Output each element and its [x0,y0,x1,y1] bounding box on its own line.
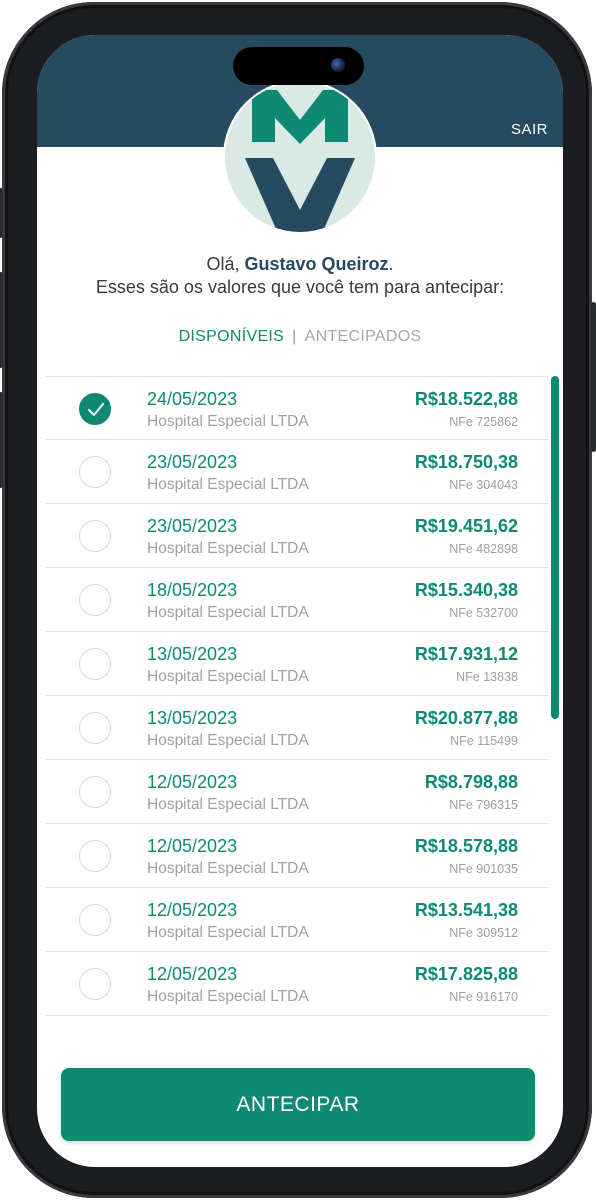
item-amount: R$18.750,38 [414,452,518,472]
logout-button[interactable]: SAIR [511,121,548,138]
item-nfe: NFe 532700 [449,606,518,620]
tabs: DISPONÍVEIS | ANTECIPADOS [37,328,563,346]
item-company: Hospital Especial LTDA [147,476,309,493]
unchecked-circle-icon[interactable] [79,968,111,1000]
unchecked-circle-icon[interactable] [79,904,111,936]
tab-advanced[interactable]: ANTECIPADOS [305,328,422,345]
item-company: Hospital Especial LTDA [147,988,309,1005]
item-nfe: NFe 115499 [450,734,518,748]
user-name: Gustavo Queiroz [244,254,389,274]
unchecked-circle-icon[interactable] [79,712,111,744]
item-amount: R$20.877,88 [414,708,518,728]
greeting: Olá, Gustavo Queiroz. Esses são os valor… [37,253,563,299]
list-item[interactable]: 12/05/2023 Hospital Especial LTDA R$13.541… [45,888,548,952]
unchecked-circle-icon[interactable] [79,776,111,808]
unchecked-circle-icon[interactable] [79,648,111,680]
item-amount: R$15.340,38 [414,580,518,600]
item-company: Hospital Especial LTDA [147,413,309,430]
list-item[interactable]: 13/05/2023 Hospital Especial LTDA R$17.931… [45,632,548,696]
advance-button[interactable]: ANTECIPAR [61,1068,535,1141]
item-date: 12/05/2023 [147,772,238,792]
item-nfe: NFe 13838 [456,670,518,684]
item-date: 13/05/2023 [147,644,238,664]
unchecked-circle-icon[interactable] [79,840,111,872]
item-date: 23/05/2023 [147,516,238,536]
checked-circle-icon[interactable] [79,393,111,425]
mv-logo-icon [245,90,355,232]
app-screen: SAIR Olá, Gustavo Queiroz. Esses são os … [37,35,563,1167]
list-item[interactable]: 23/05/2023 Hospital Especial LTDA R$19.451… [45,504,548,568]
item-company: Hospital Especial LTDA [147,540,309,557]
item-amount: R$17.825,88 [414,964,518,984]
item-company: Hospital Especial LTDA [147,796,309,813]
side-button-volume-up [0,272,3,368]
list-item[interactable]: 12/05/2023 Hospital Especial LTDA R$8.798,… [45,760,548,824]
checkmark-icon [88,403,104,416]
tab-separator: | [292,328,297,345]
item-date: 18/05/2023 [147,580,238,600]
item-amount: R$18.578,88 [414,836,518,856]
item-date: 24/05/2023 [147,389,238,409]
camera-icon [331,58,345,72]
phone-frame: SAIR Olá, Gustavo Queiroz. Esses são os … [0,2,596,1198]
side-button-volume-down [0,392,3,488]
item-nfe: NFe 725862 [449,415,518,429]
item-nfe: NFe 309512 [449,926,518,940]
list-item[interactable]: 18/05/2023 Hospital Especial LTDA R$15.340… [45,568,548,632]
tab-available[interactable]: DISPONÍVEIS [179,328,285,345]
greeting-period: . [388,254,394,274]
item-company: Hospital Especial LTDA [147,668,309,685]
item-company: Hospital Especial LTDA [147,860,309,877]
item-amount: R$17.931,12 [414,644,518,664]
list-item[interactable]: 12/05/2023 Hospital Especial LTDA R$17.825… [45,952,548,1016]
item-date: 12/05/2023 [147,836,238,856]
item-amount: R$8.798,88 [424,772,518,792]
mv-logo [223,80,377,234]
item-nfe: NFe 796315 [449,798,518,812]
item-amount: R$13.541,38 [414,900,518,920]
side-button-power [591,302,596,452]
item-company: Hospital Especial LTDA [147,604,309,621]
greeting-subtitle: Esses são os valores que você tem para a… [95,277,505,297]
item-amount: R$18.522,88 [414,389,518,409]
scrollbar-thumb[interactable] [551,376,559,719]
unchecked-circle-icon[interactable] [79,584,111,616]
greeting-line: Olá, Gustavo Queiroz. [37,253,563,276]
side-button-mute [0,188,3,238]
item-date: 12/05/2023 [147,900,238,920]
item-date: 12/05/2023 [147,964,238,984]
list-item[interactable]: 24/05/2023 Hospital Especial LTDA R$18.522… [45,376,548,440]
item-company: Hospital Especial LTDA [147,732,309,749]
list-item[interactable]: 23/05/2023 Hospital Especial LTDA R$18.750… [45,440,548,504]
item-nfe: NFe 901035 [449,862,518,876]
unchecked-circle-icon[interactable] [79,456,111,488]
item-nfe: NFe 482898 [449,542,518,556]
list-fade [45,1030,548,1048]
dynamic-island [233,47,364,85]
item-amount: R$19.451,62 [414,516,518,536]
item-date: 13/05/2023 [147,708,238,728]
list-item[interactable]: 12/05/2023 Hospital Especial LTDA R$18.578… [45,824,548,888]
item-company: Hospital Especial LTDA [147,924,309,941]
list-item[interactable]: 13/05/2023 Hospital Especial LTDA R$20.877… [45,696,548,760]
receivables-list[interactable]: 24/05/2023 Hospital Especial LTDA R$18.522… [45,376,548,1041]
greeting-hello: Olá, [206,254,245,274]
unchecked-circle-icon[interactable] [79,520,111,552]
item-nfe: NFe 916170 [449,990,518,1004]
item-nfe: NFe 304043 [449,478,518,492]
item-date: 23/05/2023 [147,452,238,472]
